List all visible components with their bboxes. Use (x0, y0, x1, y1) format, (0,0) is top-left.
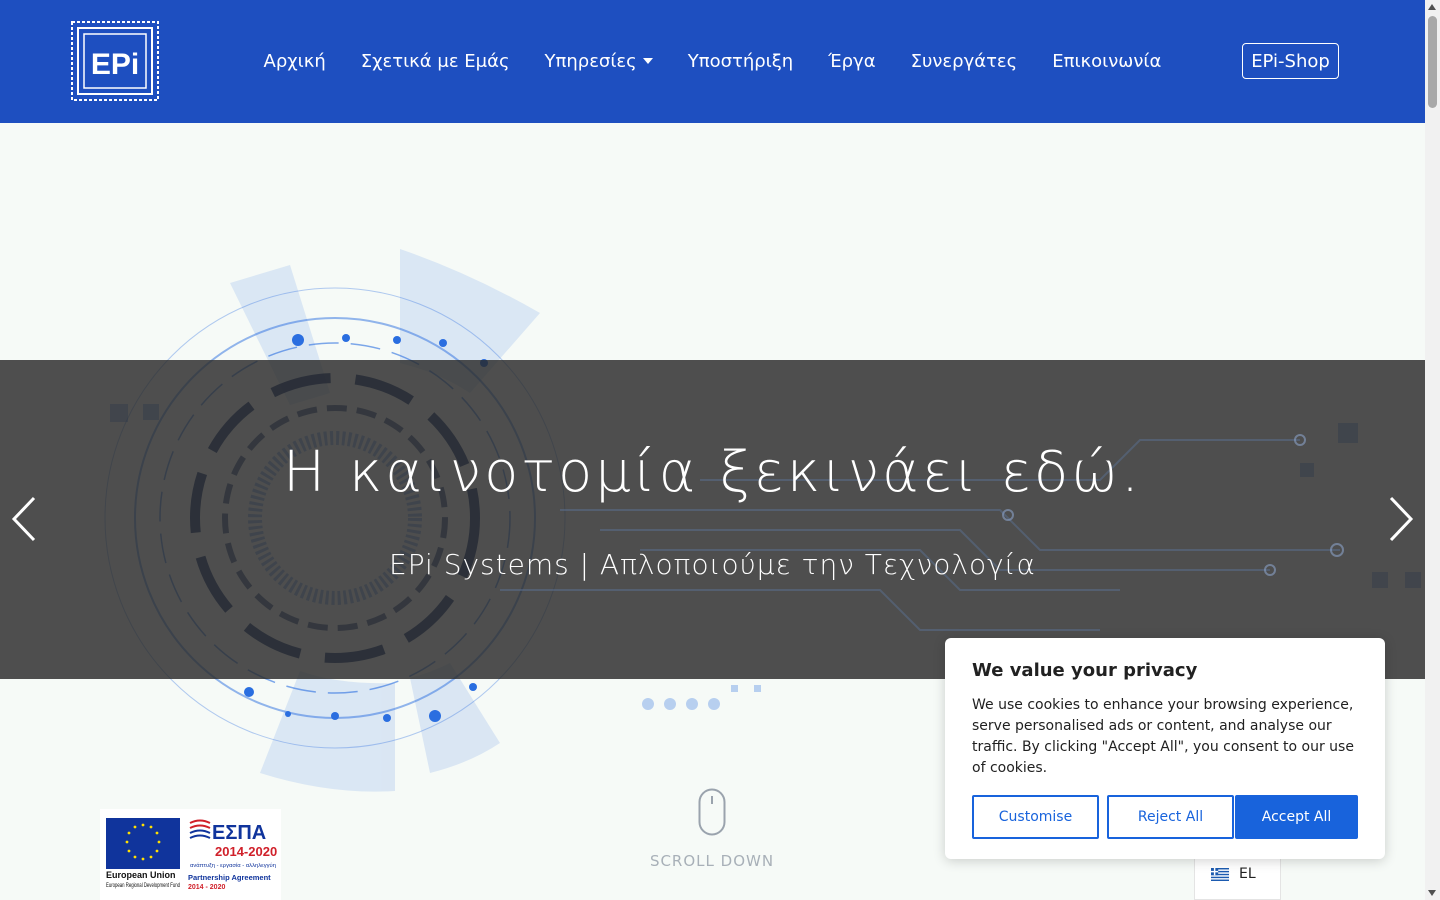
espa-years: 2014-2020 (215, 844, 277, 859)
greek-flag-icon (1211, 867, 1229, 881)
hero-caption-band (0, 360, 1425, 679)
navbar: EPi Αρχική Σχετικά με Εμάς Υπηρεσίες Υπο… (0, 0, 1425, 123)
espa-slogan: ανάπτυξη - εργασία - αλληλεγγύη (190, 862, 276, 869)
nav-support[interactable]: Υποστήριξη (670, 51, 810, 72)
page-scrollbar[interactable] (1425, 0, 1440, 900)
carousel-next-icon[interactable] (1381, 494, 1421, 544)
partnership-years: 2014 - 2020 (188, 884, 225, 891)
caption-circuit-pattern (500, 434, 1344, 631)
cookie-title: We value your privacy (972, 660, 1198, 681)
cookie-consent-banner: We value your privacy We use cookies to … (945, 638, 1385, 859)
espa-title: ΕΣΠΑ (212, 822, 266, 844)
language-code: EL (1239, 866, 1256, 882)
partnership-agreement: Partnership Agreement (188, 873, 271, 882)
carousel-prev-icon[interactable] (4, 494, 44, 544)
main-nav: Αρχική Σχετικά με Εμάς Υπηρεσίες Υποστήρ… (246, 0, 1179, 123)
cookie-description: We use cookies to enhance your browsing … (972, 697, 1354, 776)
nav-about[interactable]: Σχετικά με Εμάς (343, 51, 527, 72)
nav-contact[interactable]: Επικοινωνία (1035, 51, 1179, 72)
nav-home[interactable]: Αρχική (246, 51, 343, 72)
scroll-down-label[interactable]: SCROLL DOWN (612, 852, 812, 870)
espa-banner[interactable]: European Union European Regional Develop… (100, 809, 281, 900)
eu-title: European Union (106, 870, 176, 880)
hero-title: Η καινοτομία ξεκινάει εδώ. (283, 440, 1142, 505)
nav-services-dropdown[interactable]: Υπηρεσίες (527, 51, 670, 72)
hero-subtitle: EPi Systems | Απλοποιούμε την Τεχνολογία (389, 548, 1036, 581)
scroll-mouse-icon[interactable] (698, 788, 726, 836)
cookie-customise-button[interactable]: Customise (972, 795, 1099, 839)
cookie-accept-all-button[interactable]: Accept All (1235, 795, 1358, 839)
eu-fund: European Regional Development Fund (106, 882, 180, 889)
epi-logo[interactable]: EPi (70, 20, 160, 102)
nav-partners[interactable]: Συνεργάτες (893, 51, 1035, 72)
cookie-reject-all-button[interactable]: Reject All (1107, 795, 1234, 839)
scrollbar-thumb[interactable] (1428, 16, 1437, 108)
scroll-up-arrow-icon[interactable] (1428, 4, 1436, 10)
nav-projects[interactable]: Έργα (811, 51, 893, 72)
scroll-down-arrow-icon[interactable] (1428, 890, 1436, 896)
epi-shop-button[interactable]: EPi-Shop (1242, 43, 1339, 79)
logo-text: EPi (91, 48, 139, 81)
